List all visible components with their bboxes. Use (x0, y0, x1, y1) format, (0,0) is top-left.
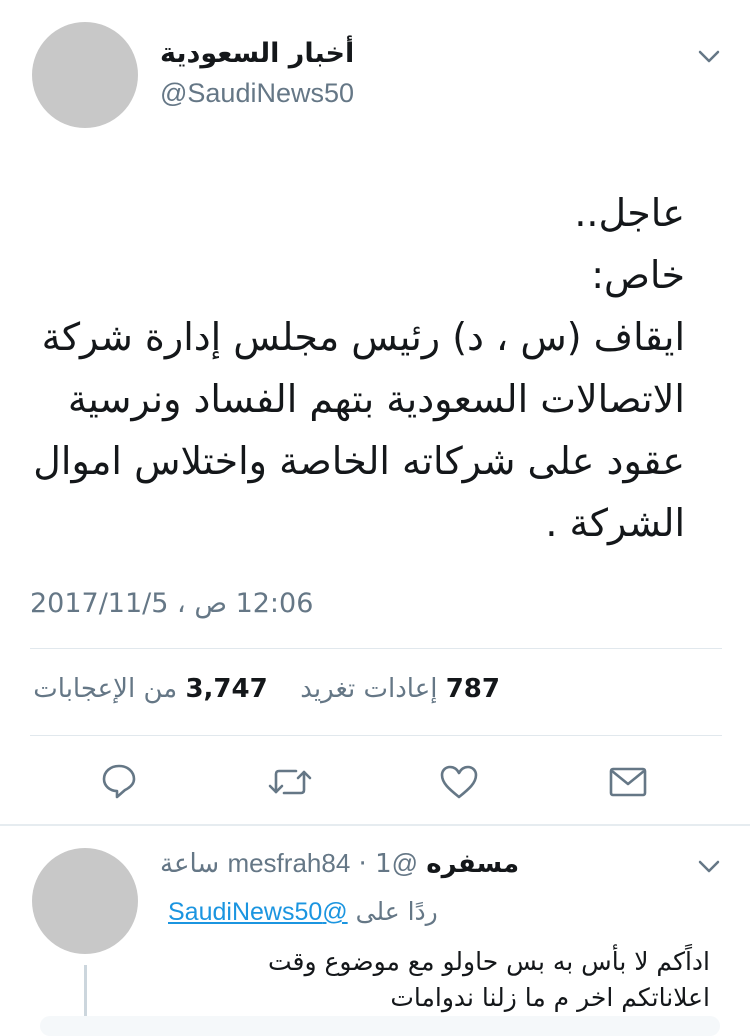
tweet-line: عاجل.. (574, 191, 685, 235)
reply-text-line: اعلاناتكم اخر م ما زلنا ندوامات (390, 983, 710, 1012)
user-handle[interactable]: @SaudiNews50 (160, 78, 354, 109)
tweet-line: خاص: (591, 253, 685, 297)
divider (30, 735, 722, 736)
reply-chevron-down-icon[interactable] (697, 858, 721, 874)
reply-text: اداًكم لا بأس به بس حاولو مع موضوع وقت ا… (160, 944, 710, 1016)
replying-to: ردًا على @SaudiNews50 (168, 897, 498, 931)
likes-label: من الإعجابات (33, 674, 178, 704)
likes-stat[interactable]: 3,747 من الإعجابات (33, 674, 267, 704)
retweets-stat[interactable]: 787 إعادات تغريد (292, 674, 500, 704)
display-name[interactable]: أخبار السعودية (160, 38, 390, 69)
envelope-icon[interactable] (609, 766, 647, 798)
divider (30, 648, 722, 649)
separator-dot: · (358, 849, 367, 879)
replying-to-label: ردًا على (355, 897, 438, 926)
section-divider (0, 824, 750, 826)
tweet-line: الاتصالات السعودية بتهم الفساد ونرسية (67, 377, 685, 421)
heart-icon[interactable] (439, 764, 479, 800)
reply-icon[interactable] (100, 762, 138, 800)
reply-text-line: اداًكم لا بأس به بس حاولو مع موضوع وقت (268, 947, 710, 976)
chevron-down-icon[interactable] (697, 48, 721, 64)
retweets-label: إعادات تغريد (300, 674, 438, 704)
reply-avatar[interactable] (32, 848, 138, 954)
tweet-timestamp[interactable]: 12:06 ص ، 2017/11/5 (30, 588, 313, 619)
tweet-line: الشركة . (545, 501, 685, 545)
retweets-count: 787 (445, 674, 500, 704)
tweet-line: عقود على شركاته الخاصة واختلاس اموال (33, 439, 685, 483)
reply-display-name[interactable]: مسفره (426, 849, 519, 879)
tweet-line: ايقاف (س ، د) رئيس مجلس إدارة شركة (41, 315, 685, 359)
reply-header: مسفره @mesfrah84 · 1 ساعة (160, 848, 540, 882)
compose-bar[interactable] (40, 1016, 720, 1036)
tweet-text: عاجل.. خاص: ايقاف (س ، د) رئيس مجلس إدار… (30, 182, 685, 554)
stats-row: 787 إعادات تغريد 3,747 من الإعجابات (30, 674, 500, 714)
likes-count: 3,747 (185, 674, 268, 704)
retweet-icon[interactable] (268, 764, 312, 800)
avatar[interactable] (32, 22, 138, 128)
replying-to-link[interactable]: @SaudiNews50 (168, 898, 348, 926)
